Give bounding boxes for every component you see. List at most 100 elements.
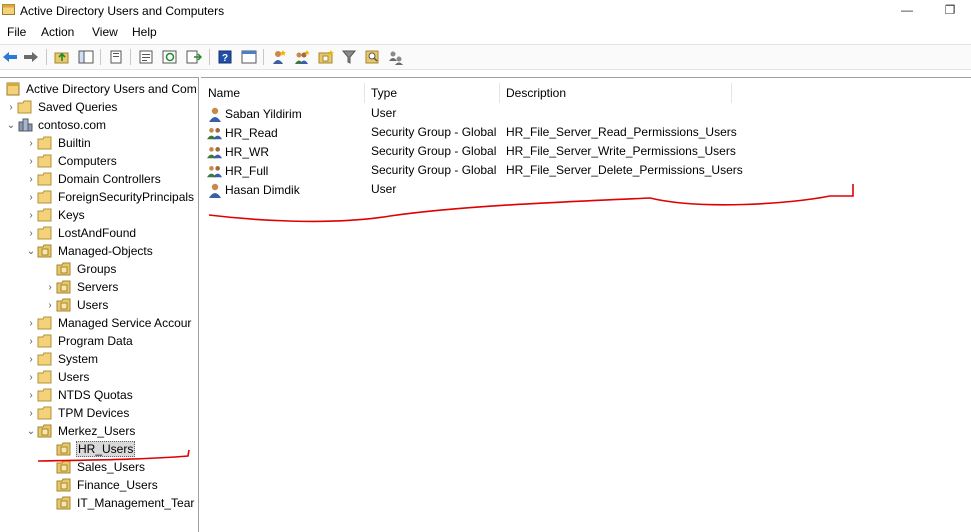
table-row[interactable]: Saban Yildirim User	[201, 105, 961, 124]
filter-icon[interactable]	[340, 48, 358, 66]
menu-view[interactable]: View	[90, 25, 120, 39]
tree-item[interactable]: IT_Management_Tear	[44, 494, 195, 512]
expand-chevron-icon[interactable]: ›	[25, 372, 37, 383]
delete-icon[interactable]	[107, 48, 125, 66]
tree-item[interactable]: ⌄ contoso.com	[5, 116, 107, 134]
tree-item-label: Users	[77, 298, 109, 312]
tree-item[interactable]: › Builtin	[25, 134, 92, 152]
tree-item[interactable]: › NTDS Quotas	[25, 386, 134, 404]
user-icon	[207, 182, 223, 198]
expand-chevron-icon[interactable]: ›	[25, 192, 37, 203]
tree-item[interactable]: ⌄ Managed-Objects	[25, 242, 154, 260]
collapse-chevron-icon[interactable]: ⌄	[5, 120, 17, 131]
table-row[interactable]: Hasan Dimdik User	[201, 181, 961, 200]
tree-item[interactable]: › Domain Controllers	[25, 170, 162, 188]
tree-item[interactable]: › System	[25, 350, 99, 368]
menu-action[interactable]: Action	[39, 25, 76, 39]
tree-item-label: TPM Devices	[58, 406, 130, 420]
tree-item[interactable]: › Computers	[25, 152, 118, 170]
name-text: Hasan Dimdik	[225, 183, 300, 197]
name-text: HR_WR	[225, 145, 269, 159]
name-cell: HR_WR	[207, 144, 269, 160]
expand-chevron-icon[interactable]: ›	[25, 354, 37, 365]
collapse-chevron-icon[interactable]: ⌄	[25, 246, 37, 257]
tree-item[interactable]: Finance_Users	[44, 476, 159, 494]
new-user-icon[interactable]	[270, 48, 288, 66]
view-icon[interactable]	[240, 48, 258, 66]
tree-item-label: IT_Management_Tear	[77, 496, 195, 510]
name-cell: HR_Read	[207, 125, 278, 141]
expand-chevron-icon[interactable]: ›	[25, 174, 37, 185]
tree-item[interactable]: › Users	[44, 296, 109, 314]
minimize-button[interactable]: —	[884, 0, 930, 22]
expand-chevron-icon[interactable]: ›	[44, 300, 56, 311]
expand-chevron-icon[interactable]: ›	[25, 336, 37, 347]
expand-chevron-icon[interactable]: ›	[25, 156, 37, 167]
tree-item[interactable]: › Servers	[44, 278, 119, 296]
tree-item[interactable]: › Managed Service Accour	[25, 314, 192, 332]
tree-item-label: Managed-Objects	[58, 244, 153, 258]
console-tree[interactable]: Active Directory Users and Com › Saved Qu…	[0, 77, 199, 532]
tree-item[interactable]: HR_Users	[44, 440, 136, 458]
tree-item[interactable]: › ForeignSecurityPrincipals	[25, 188, 195, 206]
tree-item-label: Saved Queries	[38, 100, 118, 114]
type-cell: Security Group - Global	[371, 144, 497, 158]
column-header-description[interactable]: Description	[506, 82, 566, 104]
export-list-icon[interactable]	[185, 48, 203, 66]
tree-item[interactable]: Sales_Users	[44, 458, 146, 476]
help-icon[interactable]: ?	[216, 48, 234, 66]
collapse-chevron-icon[interactable]: ⌄	[25, 426, 37, 437]
type-cell: User	[371, 182, 397, 196]
menu-help[interactable]: Help	[130, 25, 159, 39]
column-header-type[interactable]: Type	[371, 82, 397, 104]
ou-folder-icon	[56, 496, 72, 510]
table-row[interactable]: HR_Full Security Group - Global HR_File_Se…	[201, 162, 961, 181]
expand-chevron-icon[interactable]: ›	[25, 318, 37, 329]
description-cell: HR_File_Server_Read_Permissions_Users	[506, 125, 737, 139]
ou-folder-icon	[37, 244, 53, 258]
properties-icon[interactable]	[137, 48, 155, 66]
up-folder-icon[interactable]	[53, 48, 71, 66]
app-icon	[2, 4, 15, 15]
column-header-name[interactable]: Name	[208, 82, 240, 104]
table-row[interactable]: HR_WR Security Group - Global HR_File_Serv…	[201, 143, 961, 162]
folder-icon	[37, 334, 53, 348]
tree-item[interactable]: Groups	[44, 260, 117, 278]
expand-chevron-icon[interactable]: ›	[25, 390, 37, 401]
delegate-icon[interactable]	[387, 48, 405, 66]
folder-icon	[17, 100, 33, 114]
show-hide-tree-icon[interactable]	[77, 48, 95, 66]
group-icon	[207, 144, 223, 160]
expand-chevron-icon[interactable]: ›	[44, 282, 56, 293]
ou-folder-icon	[56, 442, 72, 456]
name-text: Saban Yildirim	[225, 107, 302, 121]
expand-chevron-icon[interactable]: ›	[25, 228, 37, 239]
description-cell: HR_File_Server_Write_Permissions_Users	[506, 144, 736, 158]
expand-chevron-icon[interactable]: ›	[5, 102, 17, 113]
ou-folder-icon	[56, 298, 72, 312]
expand-chevron-icon[interactable]: ›	[25, 138, 37, 149]
tree-item[interactable]: › Saved Queries	[5, 98, 118, 116]
menu-file[interactable]: File	[5, 25, 28, 39]
expand-chevron-icon[interactable]: ›	[25, 210, 37, 221]
find-icon[interactable]	[364, 48, 382, 66]
forward-icon[interactable]	[22, 48, 40, 66]
tree-item[interactable]: › LostAndFound	[25, 224, 137, 242]
tree-item-label: Sales_Users	[77, 460, 146, 474]
new-group-icon[interactable]	[293, 48, 311, 66]
tree-root[interactable]: Active Directory Users and Com	[5, 80, 198, 98]
tree-item[interactable]: › Keys	[25, 206, 86, 224]
tree-item[interactable]: › Users	[25, 368, 90, 386]
refresh-icon[interactable]	[161, 48, 179, 66]
folder-icon	[37, 172, 53, 186]
tree-item[interactable]: ⌄ Merkez_Users	[25, 422, 136, 440]
new-ou-icon[interactable]	[317, 48, 335, 66]
tree-item[interactable]: › Program Data	[25, 332, 134, 350]
table-row[interactable]: HR_Read Security Group - Global HR_File_Se…	[201, 124, 961, 143]
expand-chevron-icon[interactable]: ›	[25, 408, 37, 419]
tree-item[interactable]: › TPM Devices	[25, 404, 130, 422]
restore-button[interactable]: ❐	[927, 0, 971, 22]
back-icon[interactable]	[1, 48, 19, 66]
tree-item-label: NTDS Quotas	[58, 388, 133, 402]
details-list[interactable]: Name Type Description Saban Yildirim User…	[201, 77, 971, 532]
